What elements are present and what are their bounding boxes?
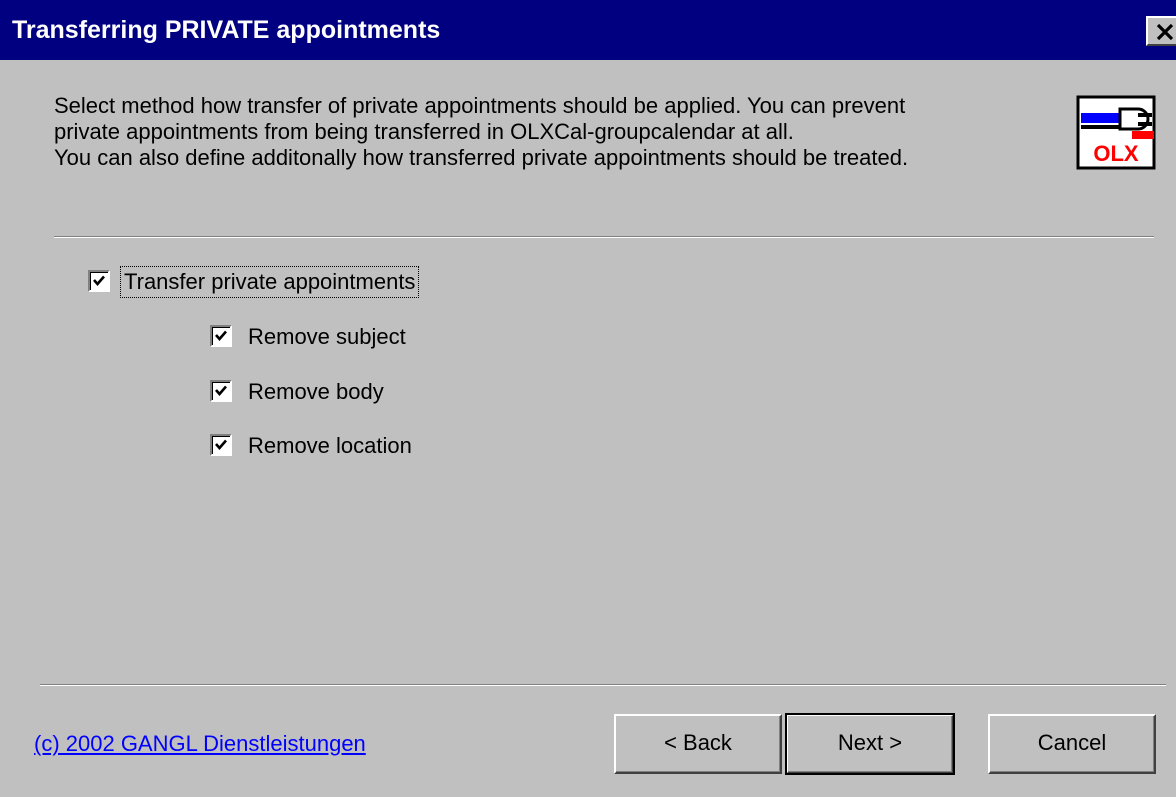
remove-location-checkbox[interactable]: Remove location <box>210 432 470 462</box>
description-text: Select method how transfer of private ap… <box>54 93 1064 171</box>
remove-subject-label: Remove subject <box>248 324 406 349</box>
description-line-3: You can also define additonally how tran… <box>54 145 909 170</box>
remove-body-label: Remove body <box>248 379 384 404</box>
title-bar: Transferring PRIVATE appointments <box>0 0 1176 60</box>
window-title: Transferring PRIVATE appointments <box>12 16 441 44</box>
remove-location-checkbox-box[interactable] <box>210 434 232 456</box>
back-button[interactable]: < Back <box>614 714 782 774</box>
checkmark-icon <box>93 275 105 286</box>
wizard-dialog: Transferring PRIVATE appointments Select… <box>0 0 1176 797</box>
cancel-button[interactable]: Cancel <box>988 714 1156 774</box>
description-line-2: private appointments from being transfer… <box>54 119 794 144</box>
top-separator <box>54 236 1154 238</box>
checkmark-icon <box>215 330 227 341</box>
close-icon <box>1156 23 1174 41</box>
checkmark-icon <box>215 439 227 450</box>
bottom-separator <box>40 684 1166 686</box>
transfer-private-checkbox-box[interactable] <box>88 270 110 292</box>
transfer-private-label: Transfer private appointments <box>119 266 420 298</box>
remove-location-label: Remove location <box>248 433 412 458</box>
remove-subject-checkbox[interactable]: Remove subject <box>210 323 470 353</box>
copyright-link[interactable]: (c) 2002 GANGL Dienstleistungen <box>34 730 366 758</box>
remove-subject-checkbox-box[interactable] <box>210 325 232 347</box>
transfer-private-checkbox[interactable]: Transfer private appointments <box>88 266 488 298</box>
olx-icon-text: OLX <box>1093 141 1139 166</box>
description-line-1: Select method how transfer of private ap… <box>54 93 906 118</box>
olx-app-icon: OLX <box>1076 95 1156 170</box>
close-button[interactable] <box>1146 16 1176 46</box>
next-button[interactable]: Next > <box>785 713 955 775</box>
remove-body-checkbox-box[interactable] <box>210 380 232 402</box>
remove-body-checkbox[interactable]: Remove body <box>210 378 470 408</box>
checkmark-icon <box>215 385 227 396</box>
